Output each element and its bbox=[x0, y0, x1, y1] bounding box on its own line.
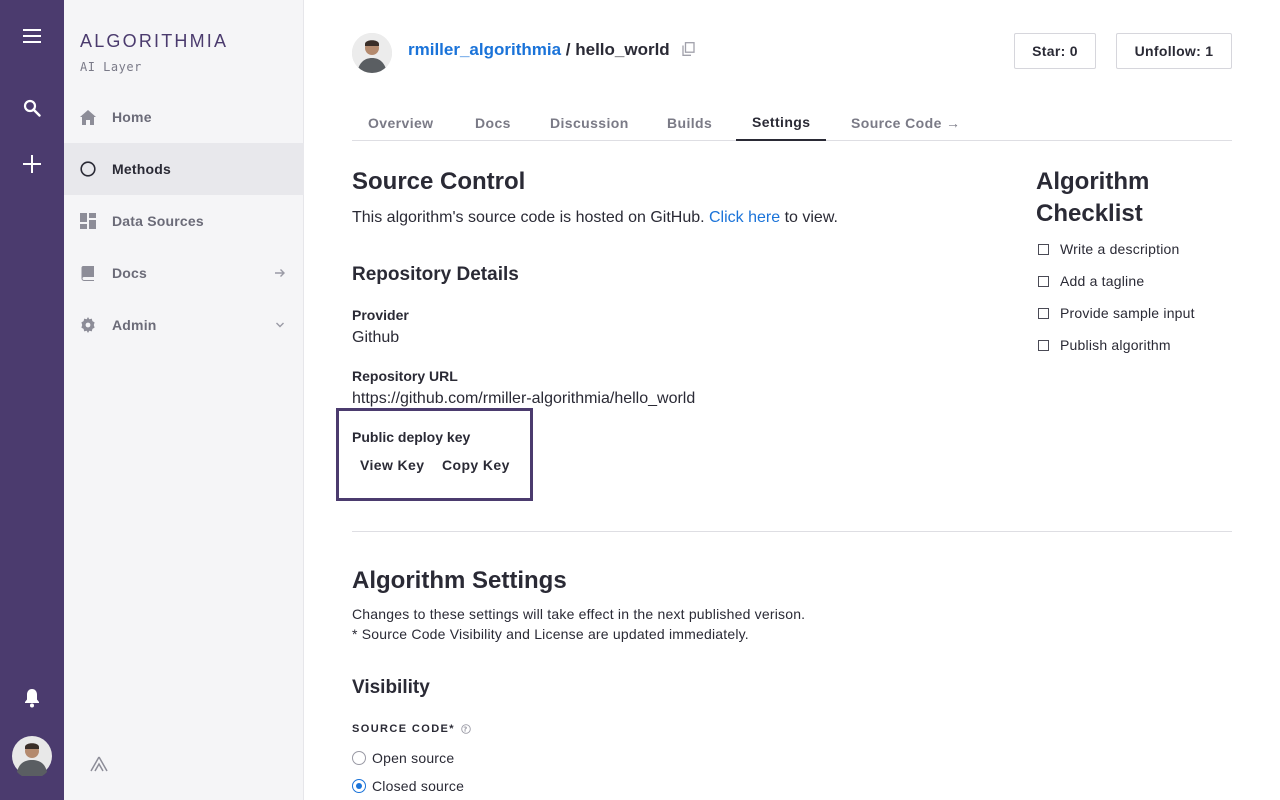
tab-overview[interactable]: Overview bbox=[352, 104, 449, 141]
source-control-text-before: This algorithm's source code is hosted o… bbox=[352, 209, 709, 226]
owner-avatar[interactable] bbox=[352, 33, 392, 73]
algorithmia-mark-icon bbox=[90, 756, 108, 777]
checklist-item-label: Publish algorithm bbox=[1060, 337, 1171, 353]
breadcrumb-separator: / bbox=[561, 40, 576, 59]
repository-url-label: Repository URL bbox=[352, 368, 458, 384]
chevron-down-icon bbox=[274, 318, 286, 336]
checklist-item[interactable]: Provide sample input bbox=[1038, 305, 1195, 321]
sidebar-item-home[interactable]: Home bbox=[64, 91, 304, 143]
provider-value: Github bbox=[352, 329, 400, 346]
owner-link[interactable]: rmiller_algorithmia bbox=[408, 40, 561, 59]
bell-icon[interactable] bbox=[0, 686, 64, 710]
home-icon bbox=[80, 109, 96, 125]
svg-text:?: ? bbox=[463, 726, 468, 734]
view-key-button[interactable]: View Key bbox=[360, 457, 424, 473]
brand-logo[interactable]: ALGORITHMIA bbox=[80, 31, 228, 52]
radio-open-source[interactable]: Open source bbox=[352, 750, 454, 766]
grid-icon bbox=[80, 213, 96, 229]
unfollow-button[interactable]: Unfollow: 1 bbox=[1116, 33, 1232, 69]
sidebar: ALGORITHMIA AI Layer Home Methods Data S… bbox=[64, 0, 304, 800]
breadcrumb: rmiller_algorithmia / hello_world bbox=[408, 40, 670, 60]
click-here-link[interactable]: Click here bbox=[709, 209, 780, 226]
deploy-key-highlight bbox=[336, 408, 533, 501]
source-control-text-after: to view. bbox=[780, 209, 838, 226]
sidebar-item-docs[interactable]: Docs bbox=[64, 247, 304, 299]
source-code-label: SOURCE CODE* ? bbox=[352, 723, 471, 735]
radio-label: Closed source bbox=[372, 778, 465, 794]
radio-closed-source[interactable]: Closed source bbox=[352, 778, 464, 794]
brand-tagline: AI Layer bbox=[80, 60, 142, 74]
settings-note-line1: Changes to these settings will take effe… bbox=[352, 606, 806, 622]
settings-note-line2: * Source Code Visibility and License are… bbox=[352, 626, 749, 642]
checklist-item[interactable]: Write a description bbox=[1038, 241, 1179, 257]
provider-label: Provider bbox=[352, 307, 409, 323]
book-icon bbox=[80, 265, 96, 281]
tab-bar: Overview Docs Discussion Builds Settings… bbox=[352, 104, 1232, 141]
sidebar-item-admin[interactable]: Admin bbox=[64, 299, 304, 351]
checklist-item[interactable]: Publish algorithm bbox=[1038, 337, 1171, 353]
tab-docs[interactable]: Docs bbox=[459, 104, 527, 141]
source-control-text: This algorithm's source code is hosted o… bbox=[352, 209, 838, 227]
source-control-title: Source Control bbox=[352, 168, 526, 195]
checkbox[interactable] bbox=[1038, 275, 1049, 287]
radio-label: Open source bbox=[372, 750, 455, 766]
sidebar-item-label: Home bbox=[112, 109, 152, 125]
sidebar-item-label: Methods bbox=[112, 161, 171, 177]
sidebar-item-label: Docs bbox=[112, 265, 148, 281]
arrow-right-icon bbox=[274, 266, 286, 284]
checklist-item-label: Write a description bbox=[1060, 241, 1180, 257]
checkbox[interactable] bbox=[1038, 307, 1049, 319]
checklist-item-label: Add a tagline bbox=[1060, 273, 1145, 289]
gear-icon bbox=[80, 317, 96, 333]
plus-icon[interactable] bbox=[0, 152, 64, 176]
tab-settings[interactable]: Settings bbox=[736, 104, 827, 141]
star-button[interactable]: Star: 0 bbox=[1014, 33, 1096, 69]
icon-rail bbox=[0, 0, 64, 800]
checklist-title: Algorithm Checklist bbox=[1036, 168, 1150, 227]
copy-icon[interactable] bbox=[682, 42, 695, 61]
copy-key-button[interactable]: Copy Key bbox=[442, 457, 510, 473]
tab-source-code[interactable]: Source Code → bbox=[835, 104, 976, 141]
checklist-item[interactable]: Add a tagline bbox=[1038, 273, 1144, 289]
repository-details-title: Repository Details bbox=[352, 264, 519, 285]
tab-builds[interactable]: Builds bbox=[651, 104, 728, 141]
checkbox[interactable] bbox=[1038, 339, 1049, 351]
checklist-item-label: Provide sample input bbox=[1060, 305, 1195, 321]
radio-button[interactable] bbox=[352, 779, 366, 793]
user-avatar[interactable] bbox=[0, 736, 64, 776]
section-divider bbox=[352, 531, 1232, 532]
sidebar-item-methods[interactable]: Methods bbox=[64, 143, 304, 195]
main-content: rmiller_algorithmia / hello_world Star: … bbox=[304, 0, 1280, 800]
visibility-title: Visibility bbox=[352, 677, 430, 698]
sidebar-item-data-sources[interactable]: Data Sources bbox=[64, 195, 304, 247]
deploy-key-label: Public deploy key bbox=[352, 429, 471, 445]
source-code-label-text: SOURCE CODE* bbox=[352, 723, 455, 735]
search-icon[interactable] bbox=[0, 96, 64, 120]
sidebar-item-label: Admin bbox=[112, 317, 157, 333]
algorithm-settings-title: Algorithm Settings bbox=[352, 567, 567, 594]
circle-icon bbox=[80, 161, 96, 177]
help-icon[interactable]: ? bbox=[461, 724, 471, 734]
algorithm-name: hello_world bbox=[575, 40, 670, 59]
tab-discussion[interactable]: Discussion bbox=[534, 104, 645, 141]
radio-button[interactable] bbox=[352, 751, 366, 765]
checkbox[interactable] bbox=[1038, 243, 1049, 255]
sidebar-item-label: Data Sources bbox=[112, 213, 204, 229]
repository-url-link[interactable]: https://github.com/rmiller-algorithmia/h… bbox=[352, 390, 695, 408]
menu-icon[interactable] bbox=[0, 24, 64, 48]
